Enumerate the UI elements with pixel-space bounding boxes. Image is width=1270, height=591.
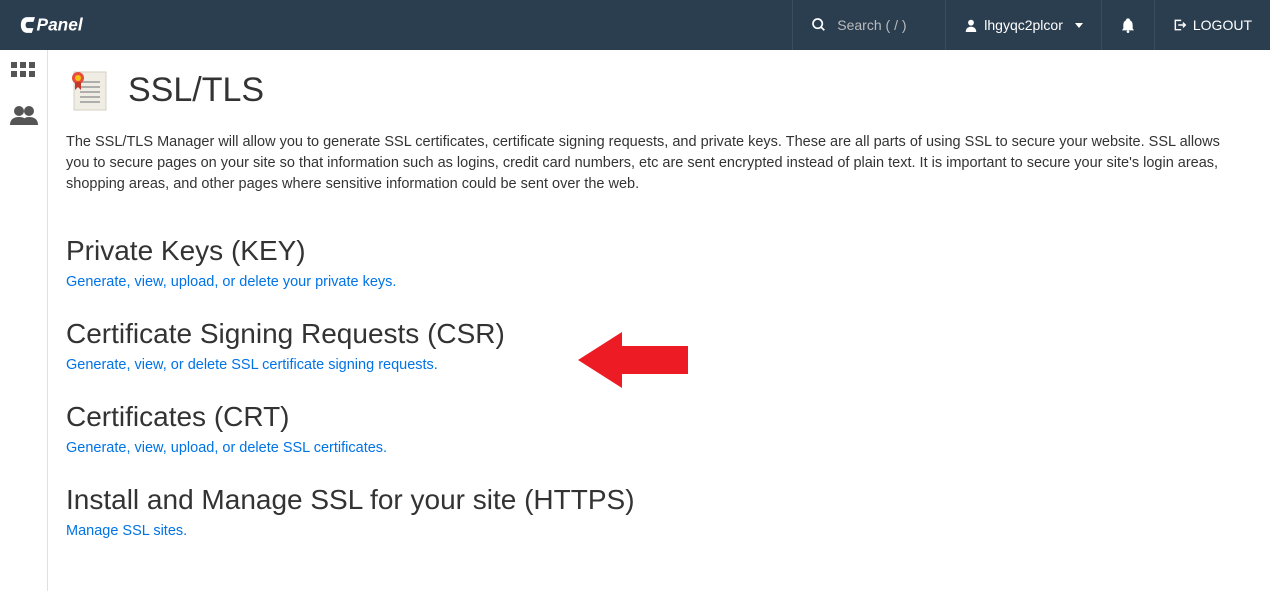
logout-button[interactable]: LOGOUT [1154, 0, 1270, 50]
intro-text: The SSL/TLS Manager will allow you to ge… [66, 132, 1246, 195]
link-manage-ssl[interactable]: Manage SSL sites. [66, 523, 187, 539]
sidebar [0, 50, 48, 591]
search-input[interactable] [837, 17, 927, 33]
logout-label: LOGOUT [1193, 17, 1252, 33]
sidebar-item-users[interactable] [10, 105, 38, 130]
section-heading-https: Install and Manage SSL for your site (HT… [66, 484, 1246, 516]
cpanel-logo[interactable]: Panel [0, 14, 136, 36]
top-navbar: Panel lhgyqc2plcor LOGOUT [0, 0, 1270, 50]
page-title: SSL/TLS [128, 71, 264, 110]
users-icon [10, 105, 38, 125]
username-label: lhgyqc2plcor [984, 17, 1063, 33]
sidebar-item-apps[interactable] [11, 62, 37, 87]
logout-icon [1173, 18, 1187, 32]
main-content: SSL/TLS The SSL/TLS Manager will allow y… [48, 50, 1270, 591]
callout-arrow [578, 328, 688, 397]
user-icon [964, 18, 978, 32]
chevron-down-icon [1075, 23, 1083, 28]
ssl-tls-icon [66, 68, 110, 112]
user-menu[interactable]: lhgyqc2plcor [945, 0, 1101, 50]
search-box[interactable] [792, 0, 945, 50]
link-csr[interactable]: Generate, view, or delete SSL certificat… [66, 357, 438, 373]
grid-icon [11, 62, 37, 82]
notifications-button[interactable] [1101, 0, 1154, 50]
bell-icon [1120, 17, 1136, 33]
svg-text:Panel: Panel [37, 15, 84, 35]
search-icon [811, 17, 827, 33]
link-private-keys[interactable]: Generate, view, upload, or delete your p… [66, 274, 396, 290]
red-arrow-left-icon [578, 328, 688, 392]
section-heading-key: Private Keys (KEY) [66, 235, 1246, 267]
section-heading-crt: Certificates (CRT) [66, 401, 1246, 433]
link-crt[interactable]: Generate, view, upload, or delete SSL ce… [66, 440, 387, 456]
